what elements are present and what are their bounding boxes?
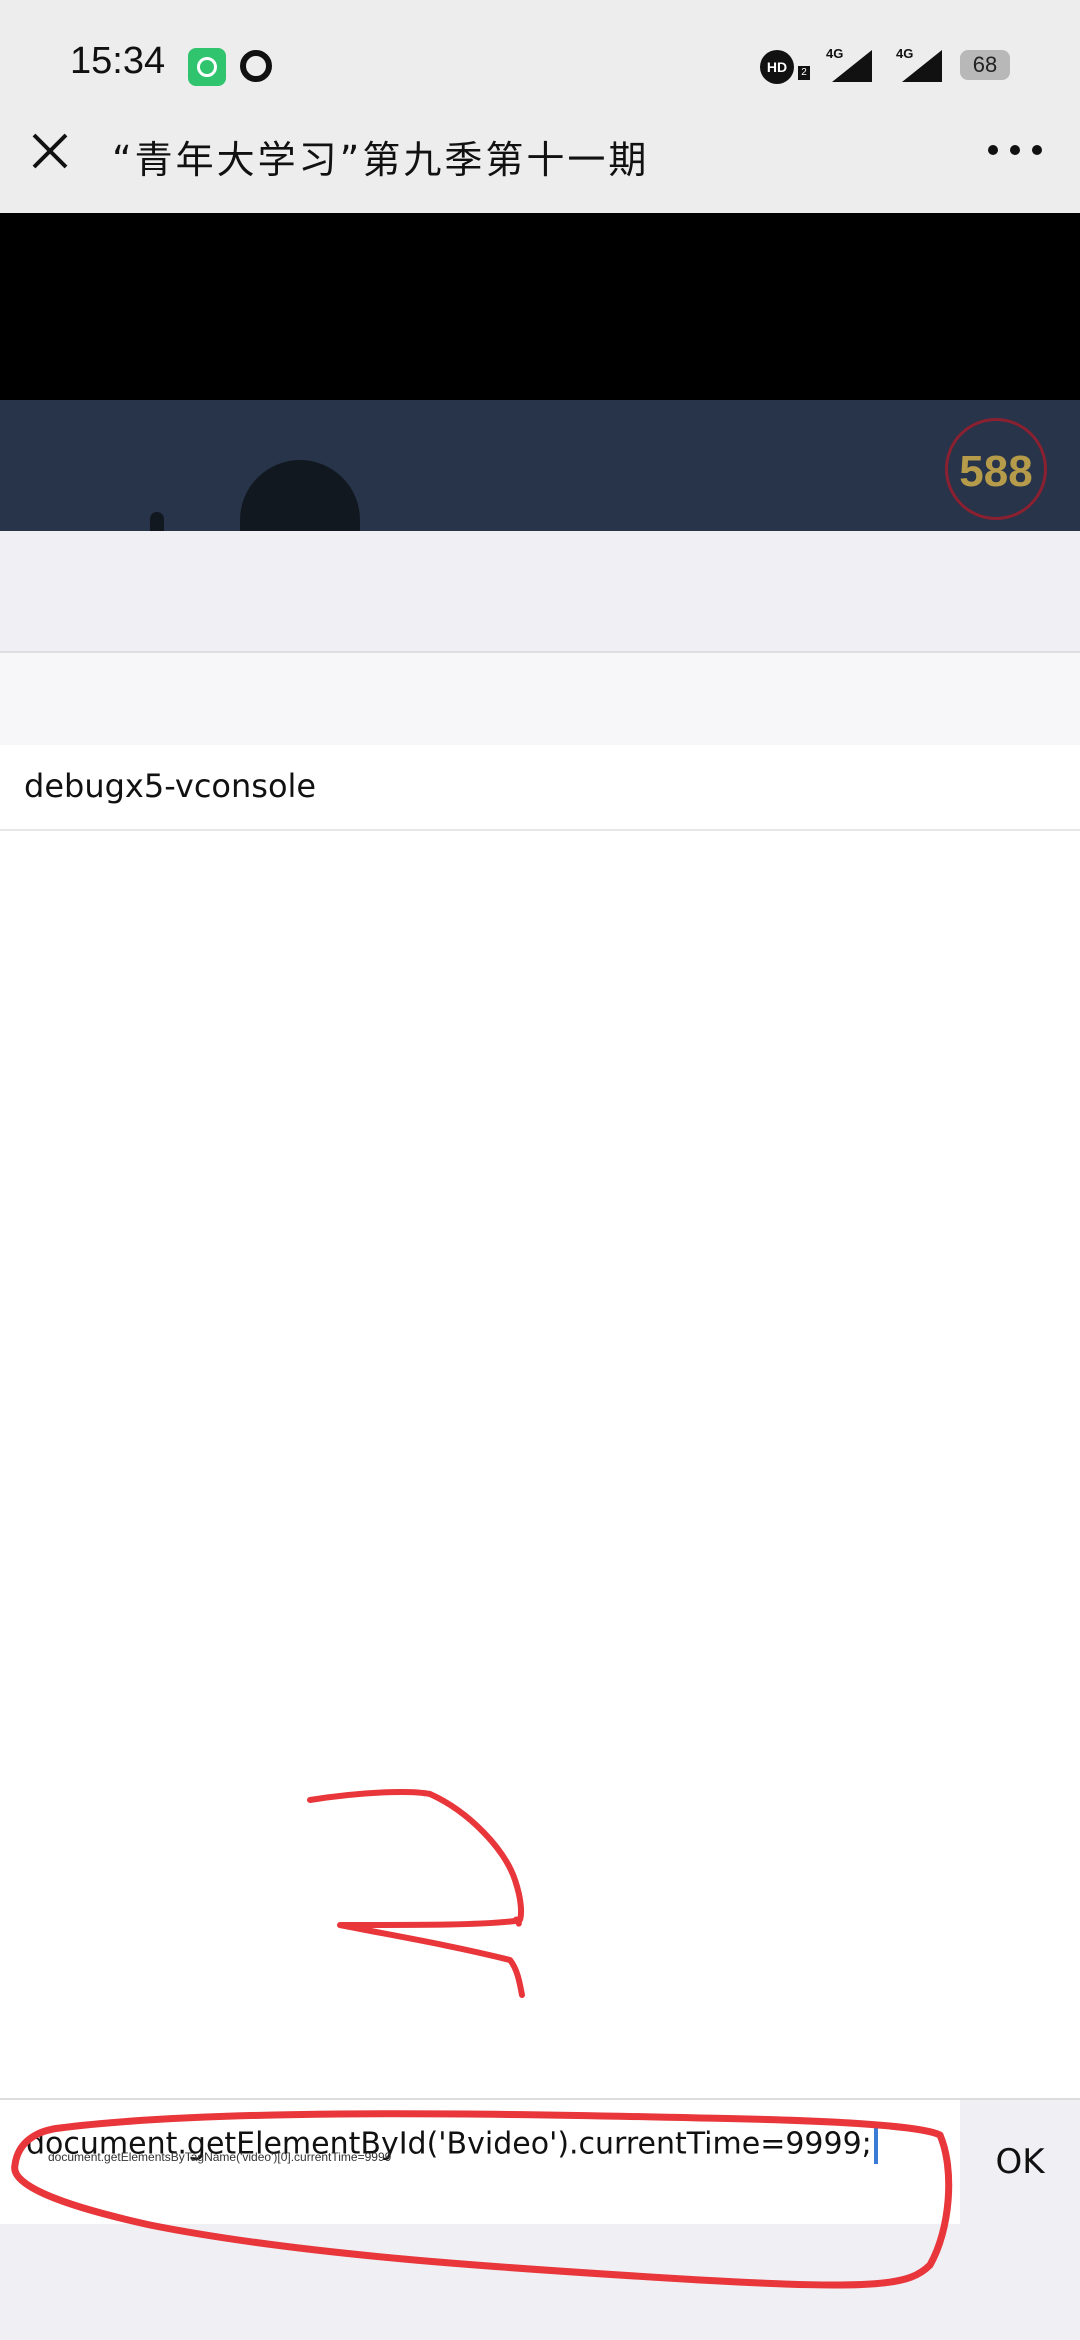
bottom-spacer (0, 2224, 1080, 2340)
ok-button[interactable]: OK (960, 2100, 1080, 2224)
vconsole-title: debugx5-vconsole (24, 767, 317, 805)
console-log-area[interactable] (0, 831, 1080, 2098)
text-caret (873, 2126, 878, 2164)
notification-q-icon (238, 48, 276, 86)
more-icon (988, 145, 998, 155)
signal-strength-icon-2 (902, 50, 942, 82)
page-title: “青年大学习”第九季第十一期 (112, 138, 650, 182)
content-spacer (0, 531, 1080, 651)
autocomplete-hint[interactable]: document.getElementsByTagName('video')[0… (48, 2150, 391, 2164)
title-bar: “青年大学习”第九季第十一期 (0, 95, 1080, 213)
status-time: 15:34 (70, 40, 166, 82)
hd-voice-icon: HD (760, 50, 794, 84)
video-frame[interactable]: 588 (0, 400, 1080, 531)
battery-level: 68 (960, 50, 1010, 80)
more-button[interactable] (980, 125, 1050, 175)
close-button[interactable] (22, 123, 78, 179)
tree-silhouette-small (150, 512, 164, 531)
close-icon (32, 133, 68, 169)
vconsole-header: debugx5-vconsole (0, 745, 1080, 831)
notification-app-icon (188, 48, 226, 86)
video-player[interactable] (0, 213, 1080, 400)
command-input[interactable]: document.getElementById('Bvideo').curren… (0, 2100, 960, 2224)
signal-strength-icon-1 (832, 50, 872, 82)
vconsole-toolbar (0, 651, 1080, 746)
command-bar: document.getElementById('Bvideo').curren… (0, 2098, 1080, 2226)
hd-sim-badge: 2 (798, 66, 810, 80)
watermark-badge: 588 (945, 418, 1047, 520)
tree-silhouette (240, 460, 360, 531)
